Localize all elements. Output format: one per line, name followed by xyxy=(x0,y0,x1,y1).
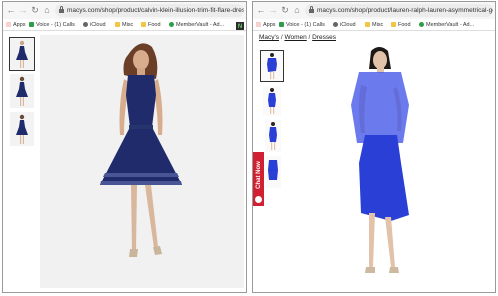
bookmark-membervault[interactable]: MemberVault - Ad... xyxy=(169,21,224,29)
address-bar[interactable]: macys.com/shop/product/calvin-klein-illu… xyxy=(55,4,244,17)
product-thumbnail[interactable] xyxy=(265,120,281,152)
product-thumbnail[interactable] xyxy=(260,50,284,82)
dress-model-image xyxy=(40,35,244,288)
bookmark-voice[interactable]: Voice - (1) Calls xyxy=(279,21,325,29)
membervault-icon xyxy=(419,22,424,27)
breadcrumb: Macy's / Women / Dresses xyxy=(259,33,336,42)
url-text: macys.com/shop/product/calvin-klein-illu… xyxy=(67,7,244,14)
product-main-image[interactable] xyxy=(40,35,244,288)
chat-now-button[interactable]: Chat Now xyxy=(253,152,264,206)
address-bar[interactable]: macys.com/shop/product/lauren-ralph-laur… xyxy=(305,4,493,17)
bookmark-label: Food xyxy=(398,22,411,28)
extension-badge[interactable]: N xyxy=(236,22,244,30)
bookmark-label: MemberVault - Ad... xyxy=(176,22,225,28)
chat-bubble-icon xyxy=(255,196,262,203)
reload-icon[interactable]: ↻ xyxy=(30,5,40,15)
bookmark-label: Apps xyxy=(13,22,26,28)
bookmark-misc[interactable]: Misc xyxy=(115,21,133,29)
bookmark-label: Apps xyxy=(263,22,276,28)
product-thumbnail[interactable] xyxy=(265,156,281,188)
bookmark-label: Voice - (1) Calls xyxy=(36,22,75,28)
left-browser-window: ← → ↻ ⌂ macys.com/shop/product/calvin-kl… xyxy=(2,1,247,293)
browser-toolbar: ← → ↻ ⌂ macys.com/shop/product/calvin-kl… xyxy=(3,2,246,19)
back-arrow-icon[interactable]: ← xyxy=(6,5,16,15)
bookmark-apps[interactable]: Apps xyxy=(6,21,26,29)
bookmark-label: iCloud xyxy=(90,22,106,28)
bookmark-label: Voice - (1) Calls xyxy=(286,22,325,28)
product-thumbnail[interactable] xyxy=(9,37,35,71)
bookmarks-bar: Apps Voice - (1) Calls iCloud Misc Food … xyxy=(253,19,495,31)
lock-icon xyxy=(309,6,314,13)
phone-icon xyxy=(279,22,284,27)
bookmark-food[interactable]: Food xyxy=(391,21,411,29)
forward-arrow-icon[interactable]: → xyxy=(268,5,278,15)
apple-icon xyxy=(333,22,338,27)
url-text: macys.com/shop/product/lauren-ralph-laur… xyxy=(317,7,493,14)
apple-icon xyxy=(83,22,88,27)
membervault-icon xyxy=(169,22,174,27)
dress-thumbnail-image xyxy=(265,156,281,188)
breadcrumb-link-dresses[interactable]: Dresses xyxy=(312,34,336,41)
back-arrow-icon[interactable]: ← xyxy=(256,5,266,15)
bookmark-membervault[interactable]: MemberVault - Ad... xyxy=(419,21,474,29)
bookmark-label: Food xyxy=(148,22,161,28)
home-icon[interactable]: ⌂ xyxy=(42,5,52,15)
bookmark-apps[interactable]: Apps xyxy=(256,21,276,29)
dress-model-image xyxy=(331,45,495,291)
breadcrumb-link-women[interactable]: Women xyxy=(284,34,306,41)
browser-toolbar: ← → ↻ ⌂ macys.com/shop/product/lauren-ra… xyxy=(253,2,495,19)
bookmark-label: iCloud xyxy=(340,22,356,28)
bookmark-label: Misc xyxy=(122,22,134,28)
product-thumbnail[interactable] xyxy=(263,86,281,116)
product-thumbnail[interactable] xyxy=(10,74,34,108)
bookmark-misc[interactable]: Misc xyxy=(365,21,383,29)
product-main-image[interactable] xyxy=(331,45,495,291)
reload-icon[interactable]: ↻ xyxy=(280,5,290,15)
phone-icon xyxy=(29,22,34,27)
bookmark-food[interactable]: Food xyxy=(141,21,161,29)
lock-icon xyxy=(59,6,64,13)
apps-grid-icon xyxy=(256,22,261,27)
dress-thumbnail-image xyxy=(10,112,34,146)
dress-thumbnail-image xyxy=(261,51,283,81)
apps-grid-icon xyxy=(6,22,11,27)
bookmarks-bar: Apps Voice - (1) Calls iCloud Misc Food … xyxy=(3,19,246,31)
breadcrumb-link-macys[interactable]: Macy's xyxy=(259,34,279,41)
dress-thumbnail-image xyxy=(10,38,34,70)
product-thumbnail[interactable] xyxy=(10,112,34,146)
dress-thumbnail-image xyxy=(265,120,281,152)
right-browser-window: ← → ↻ ⌂ macys.com/shop/product/lauren-ra… xyxy=(252,1,496,293)
bookmark-label: Misc xyxy=(372,22,384,28)
folder-icon xyxy=(141,22,146,27)
dress-thumbnail-image xyxy=(263,86,281,116)
home-icon[interactable]: ⌂ xyxy=(292,5,302,15)
folder-icon xyxy=(115,22,120,27)
bookmark-voice[interactable]: Voice - (1) Calls xyxy=(29,21,75,29)
folder-icon xyxy=(391,22,396,27)
bookmark-icloud[interactable]: iCloud xyxy=(83,21,106,29)
bookmark-label: MemberVault - Ad... xyxy=(426,22,475,28)
chat-now-label: Chat Now xyxy=(256,161,262,189)
bookmark-icloud[interactable]: iCloud xyxy=(333,21,356,29)
dress-thumbnail-image xyxy=(10,74,34,108)
forward-arrow-icon[interactable]: → xyxy=(18,5,28,15)
folder-icon xyxy=(365,22,370,27)
